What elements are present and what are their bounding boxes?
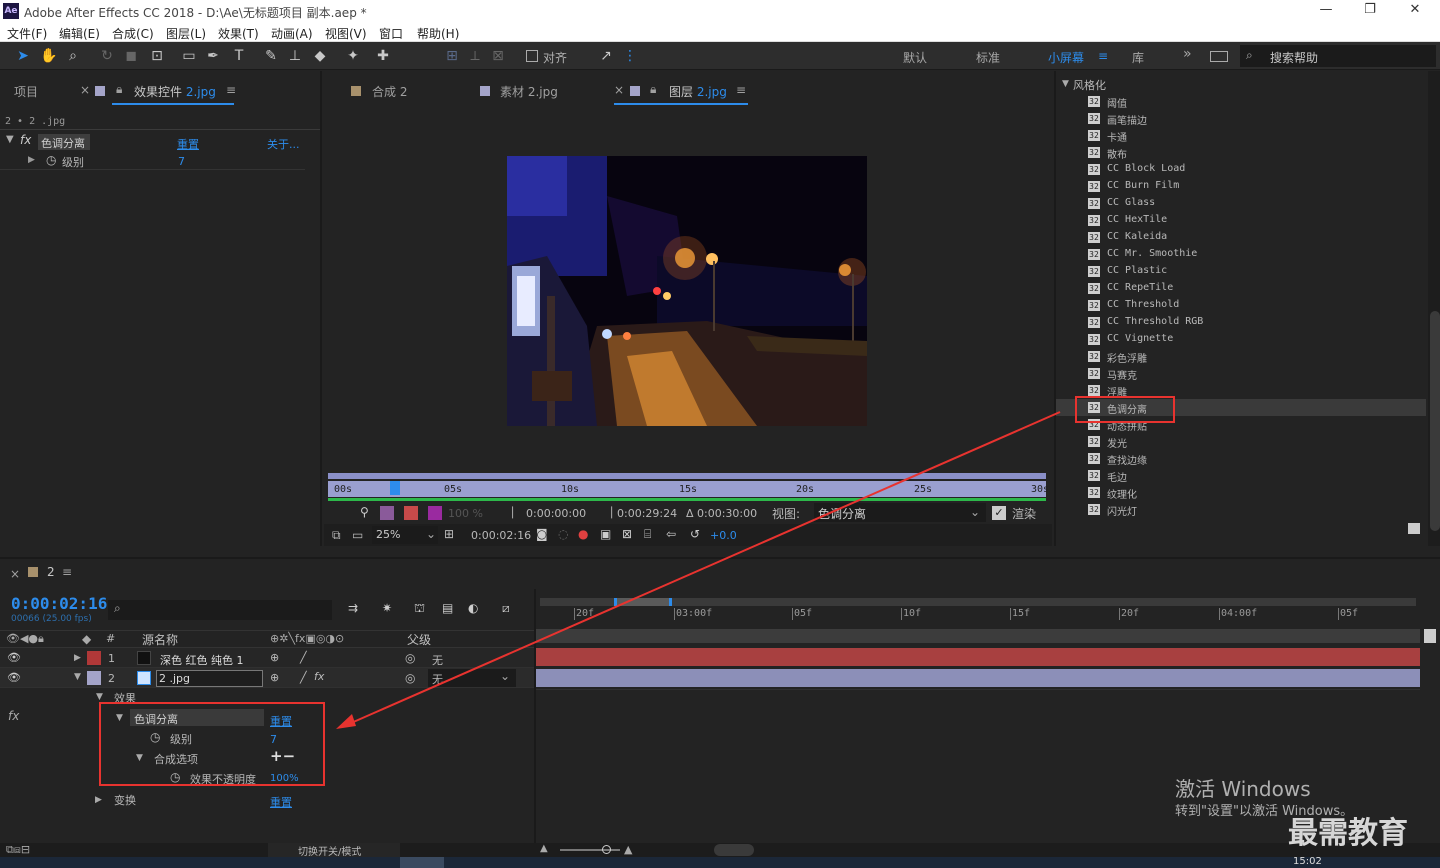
- activate-windows-title: 激活 Windows: [1175, 777, 1311, 801]
- annotation-arrow: [336, 411, 1061, 729]
- brand-watermark: 最需教育: [1288, 816, 1408, 851]
